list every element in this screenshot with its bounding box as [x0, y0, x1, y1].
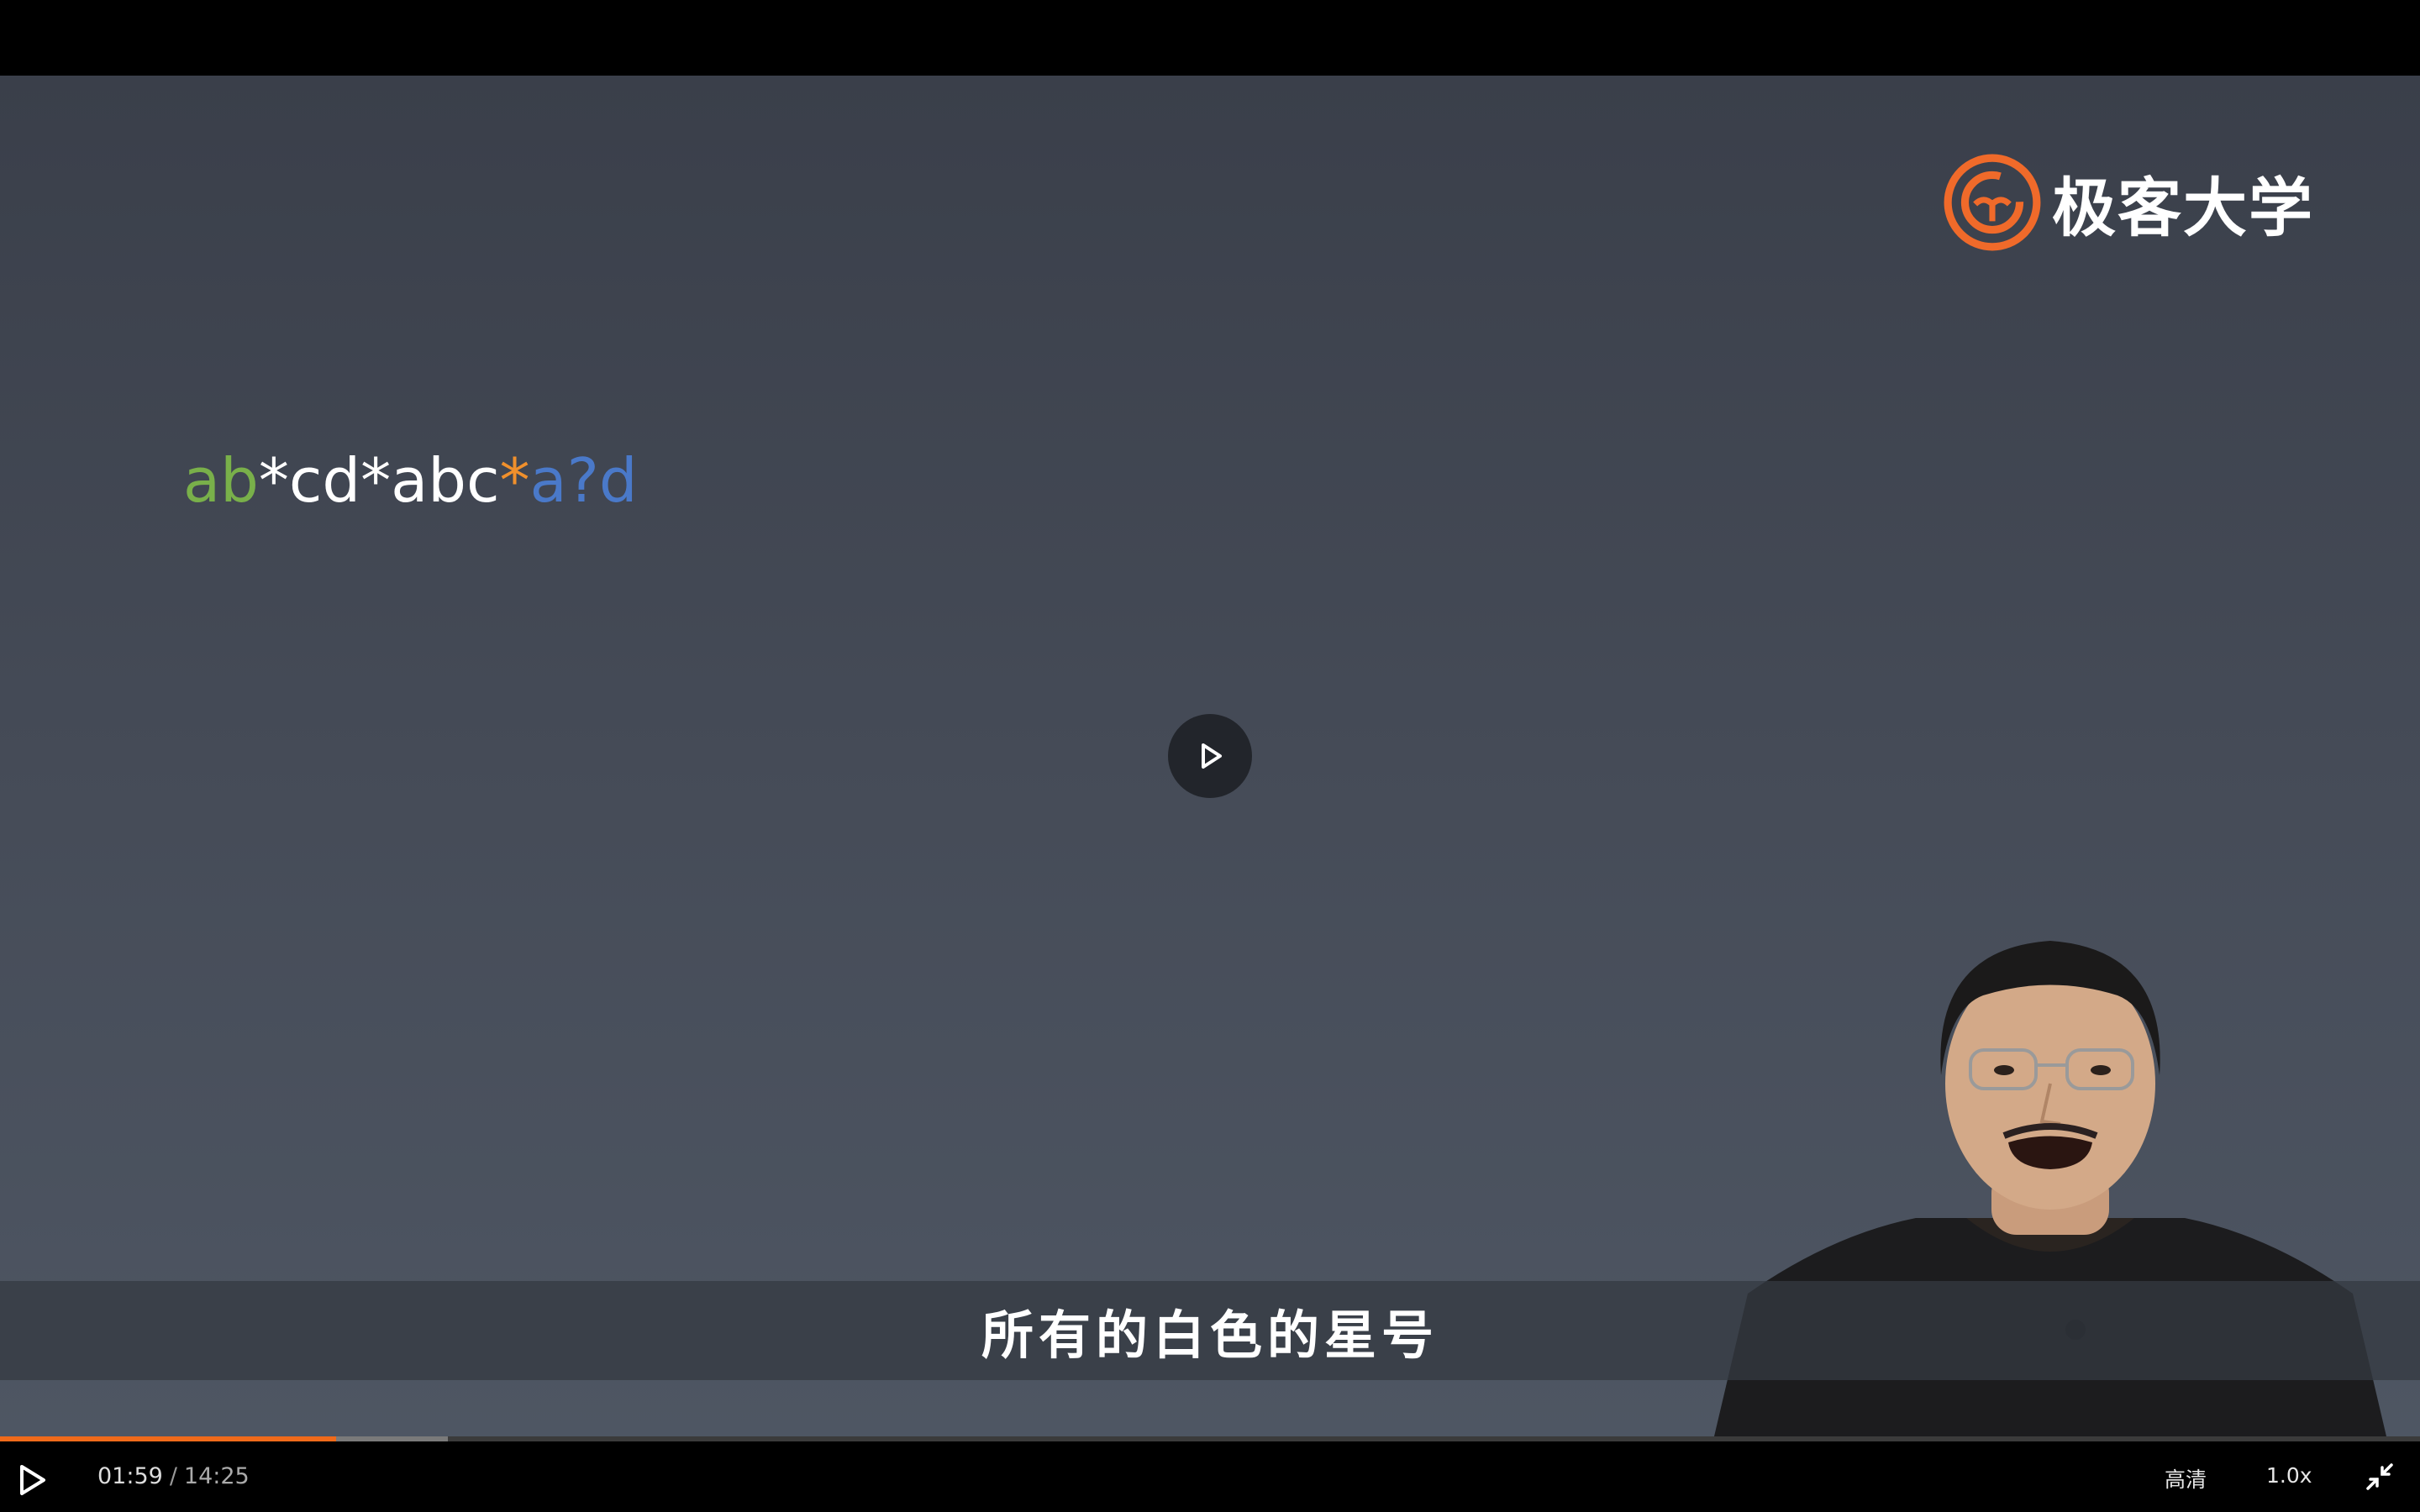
brand-name: 极客大学: [2052, 171, 2314, 245]
exit-fullscreen-icon[interactable]: [2363, 1460, 2396, 1494]
expr-part-blue: a?d: [529, 445, 638, 516]
play-icon[interactable]: [13, 1462, 50, 1499]
expr-part-ab: ab: [183, 445, 259, 516]
current-time: 01:59: [97, 1463, 163, 1489]
duration: 14:25: [183, 1463, 250, 1489]
player-controls: 01:59/14:25 高清 1.0x: [0, 1441, 2420, 1512]
play-icon: [1202, 743, 1222, 769]
time-display: 01:59/14:25: [97, 1463, 250, 1489]
time-separator: /: [169, 1463, 177, 1489]
top-bar: [0, 0, 2420, 76]
brand-logo: 极客大学: [1941, 150, 2314, 255]
subtitle-text: 所有的白色的星号: [981, 1305, 1439, 1366]
video-frame[interactable]: 极客大学 ab*cd*abc*a?d 所有的白色的星号: [0, 76, 2420, 1436]
geek-logo-icon: [1944, 154, 2041, 251]
pattern-expression: ab*cd*abc*a?d: [183, 445, 638, 516]
quality-selector[interactable]: 高清: [2165, 1463, 2207, 1494]
center-play-button[interactable]: [1168, 714, 1252, 798]
expr-part-orange-star: *: [499, 445, 530, 516]
expr-part-white: *cd*abc: [258, 445, 500, 516]
speed-selector[interactable]: 1.0x: [2266, 1463, 2312, 1488]
